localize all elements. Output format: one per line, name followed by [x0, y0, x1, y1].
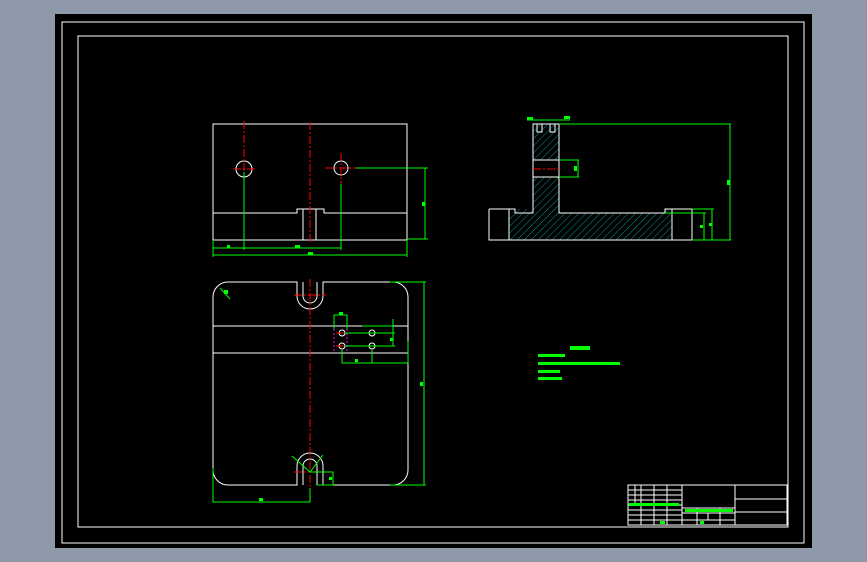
cad-viewport[interactable]	[0, 0, 867, 562]
drawing-canvas	[55, 14, 812, 548]
